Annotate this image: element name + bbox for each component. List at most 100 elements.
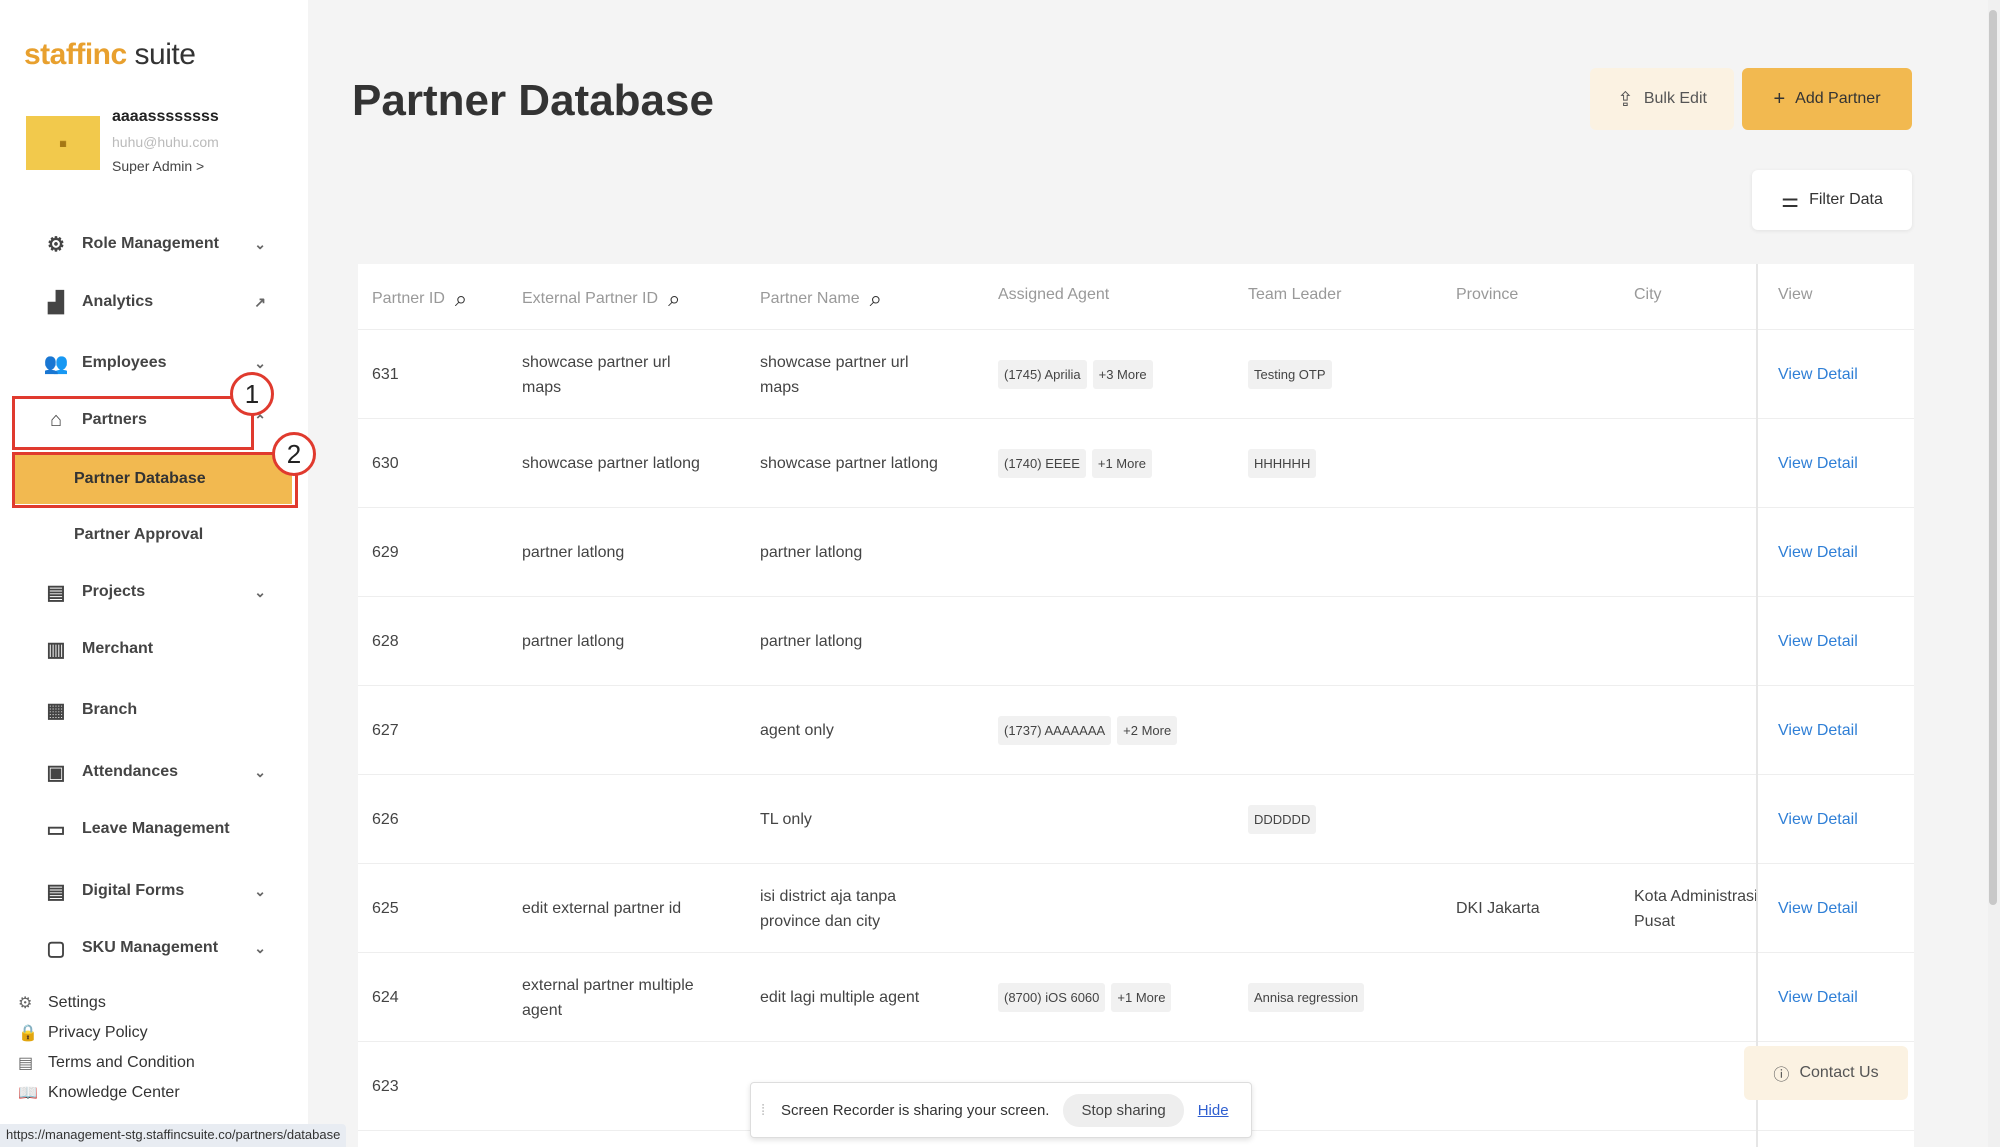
- help-circle-icon: ⓘ: [1773, 1067, 1790, 1084]
- cell-partner-id: 623: [372, 1078, 399, 1095]
- sidebar-item-merchant[interactable]: ▥ Merchant: [14, 623, 284, 675]
- add-partner-button[interactable]: + Add Partner: [1742, 68, 1912, 130]
- document-icon: ▤: [18, 1055, 34, 1072]
- footer-link-settings[interactable]: ⚙ Settings: [18, 993, 106, 1013]
- table-row: 629 partner latlong partner latlong View…: [358, 508, 1914, 597]
- agent-more-chip[interactable]: +1 More: [1111, 983, 1172, 1012]
- sidebar-item-analytics[interactable]: ▟ Analytics ↗: [14, 276, 284, 328]
- agent-chip: (1737) AAAAAAA: [998, 716, 1112, 745]
- chevron-down-icon: ⌄: [254, 882, 266, 899]
- view-detail-link[interactable]: View Detail: [1778, 718, 1858, 743]
- footer-link-knowledge-center[interactable]: 📖 Knowledge Center: [18, 1083, 180, 1103]
- filter-data-button[interactable]: ⚌ Filter Data: [1752, 170, 1912, 230]
- footer-link-terms[interactable]: ▤ Terms and Condition: [18, 1053, 195, 1073]
- cell-partner-name: showcase partner url maps: [760, 354, 909, 396]
- sidebar-item-label: Role Management: [82, 235, 219, 252]
- cell-partner-id: 624: [372, 989, 399, 1006]
- view-detail-label: View Detail: [1778, 633, 1858, 650]
- search-icon[interactable]: ⌕: [668, 286, 680, 312]
- table-row: 627 agent only (1737) AAAAAAA +2 More Vie…: [358, 686, 1914, 775]
- role-icon: ⚙: [47, 233, 65, 256]
- app-logo[interactable]: staffinc suite: [24, 38, 196, 72]
- annotation-badge-1: 1: [230, 372, 274, 416]
- sidebar-item-branch[interactable]: ▦ Branch: [14, 684, 284, 736]
- cell-external-id: partner latlong: [522, 544, 625, 561]
- chevron-down-icon: ⌄: [254, 354, 266, 371]
- agent-chip: (1745) Aprilia: [998, 360, 1087, 389]
- sidebar-item-label: Analytics: [82, 293, 154, 310]
- view-detail-link[interactable]: View Detail: [1778, 362, 1858, 387]
- projects-icon: ▤: [46, 581, 66, 604]
- chevron-down-icon: ⌄: [254, 235, 266, 252]
- view-detail-link[interactable]: View Detail: [1778, 540, 1858, 565]
- cell-partner-id: 627: [372, 722, 399, 739]
- chevron-down-icon: ⌄: [254, 939, 266, 956]
- sidebar-item-digital-forms[interactable]: ▤ Digital Forms ⌄: [14, 865, 284, 917]
- cell-partner-name: TL only: [760, 811, 812, 828]
- sidebar-item-projects[interactable]: ▤ Projects ⌄: [14, 566, 284, 618]
- user-email: huhu@huhu.com: [112, 134, 219, 150]
- stop-sharing-button[interactable]: Stop sharing: [1063, 1093, 1184, 1127]
- table-row: 631 showcase partner url maps showcase p…: [358, 330, 1914, 419]
- sidebar-subitem-label: Partner Approval: [74, 526, 204, 543]
- search-icon[interactable]: ⌕: [870, 286, 882, 312]
- cell-partner-id: 630: [372, 455, 399, 472]
- search-icon[interactable]: ⌕: [455, 286, 467, 312]
- user-profile[interactable]: ▦ aaaassssssss huhu@huhu.com Super Admin…: [26, 104, 296, 184]
- plus-icon: +: [1773, 87, 1786, 110]
- sidebar-item-role-management[interactable]: ⚙ Role Management ⌄: [14, 218, 284, 270]
- sidebar-item-label: Leave Management: [82, 820, 230, 837]
- bulk-edit-button[interactable]: ⇪ Bulk Edit: [1590, 68, 1734, 130]
- bulk-edit-label: Bulk Edit: [1643, 90, 1707, 107]
- hide-button[interactable]: Hide: [1198, 1102, 1229, 1119]
- annotation-box-2: [12, 452, 298, 508]
- agent-chip: (8700) iOS 6060: [998, 983, 1106, 1012]
- footer-link-privacy-policy[interactable]: 🔒 Privacy Policy: [18, 1023, 148, 1043]
- sidebar-item-attendances[interactable]: ▣ Attendances ⌄: [14, 746, 284, 798]
- table-row: 630 showcase partner latlong showcase pa…: [358, 419, 1914, 508]
- column-header-external-partner-id: External Partner ID ⌕: [522, 286, 680, 312]
- analytics-icon: ▟: [48, 291, 64, 314]
- table-row: 625 edit external partner id isi distric…: [358, 864, 1914, 953]
- partner-table: Partner ID ⌕ External Partner ID ⌕ Partn…: [358, 264, 1914, 1147]
- cell-province: DKI Jakarta: [1456, 900, 1540, 917]
- view-detail-label: View Detail: [1778, 811, 1858, 828]
- view-detail-label: View Detail: [1778, 900, 1858, 917]
- agent-more-chip[interactable]: +1 More: [1091, 449, 1152, 478]
- footer-link-label: Terms and Condition: [48, 1054, 195, 1071]
- sidebar-subitem-partner-approval[interactable]: Partner Approval: [14, 510, 292, 560]
- annotation-box-1: [12, 396, 254, 450]
- user-role-link[interactable]: Super Admin >: [112, 158, 204, 174]
- column-header-label: Partner Name: [760, 290, 860, 307]
- filter-data-label: Filter Data: [1809, 191, 1883, 208]
- sidebar-item-label: Digital Forms: [82, 882, 185, 899]
- view-detail-link[interactable]: View Detail: [1778, 985, 1858, 1010]
- cell-partner-name: agent only: [760, 722, 834, 739]
- column-header-partner-id: Partner ID ⌕: [372, 286, 467, 312]
- cell-partner-name: showcase partner latlong: [760, 455, 938, 472]
- avatar: ▦: [26, 116, 100, 170]
- agent-more-chip[interactable]: +2 More: [1117, 716, 1178, 745]
- table-row: 628 partner latlong partner latlong View…: [358, 597, 1914, 686]
- view-detail-link[interactable]: View Detail: [1778, 451, 1858, 476]
- view-detail-link[interactable]: View Detail: [1778, 629, 1858, 654]
- cell-assigned-agent: (1745) Aprilia +3 More: [998, 360, 1159, 389]
- cell-partner-id: 629: [372, 544, 399, 561]
- cell-city: Kota Administrasi Pusat: [1634, 888, 1758, 930]
- sidebar-item-label: SKU Management: [82, 939, 219, 956]
- cell-external-id: edit external partner id: [522, 900, 682, 917]
- sidebar-item-label: Branch: [82, 701, 138, 718]
- sidebar-item-leave-management[interactable]: ▭ Leave Management: [14, 803, 284, 855]
- cell-partner-id: 625: [372, 900, 399, 917]
- drag-handle-icon[interactable]: ⁞: [761, 1102, 765, 1119]
- sidebar-item-sku-management[interactable]: ▢ SKU Management ⌄: [14, 922, 284, 974]
- user-name: aaaassssssss: [112, 108, 219, 125]
- scrollbar-thumb[interactable]: [1989, 10, 1997, 905]
- view-detail-link[interactable]: View Detail: [1778, 807, 1858, 832]
- column-header-team-leader: Team Leader: [1248, 286, 1342, 303]
- table-header: Partner ID ⌕ External Partner ID ⌕ Partn…: [358, 264, 1914, 330]
- contact-us-button[interactable]: ⓘ Contact Us: [1744, 1046, 1908, 1100]
- view-detail-link[interactable]: View Detail: [1778, 896, 1858, 921]
- table-row: 626 TL only DDDDDD View Detail: [358, 775, 1914, 864]
- agent-more-chip[interactable]: +3 More: [1092, 360, 1153, 389]
